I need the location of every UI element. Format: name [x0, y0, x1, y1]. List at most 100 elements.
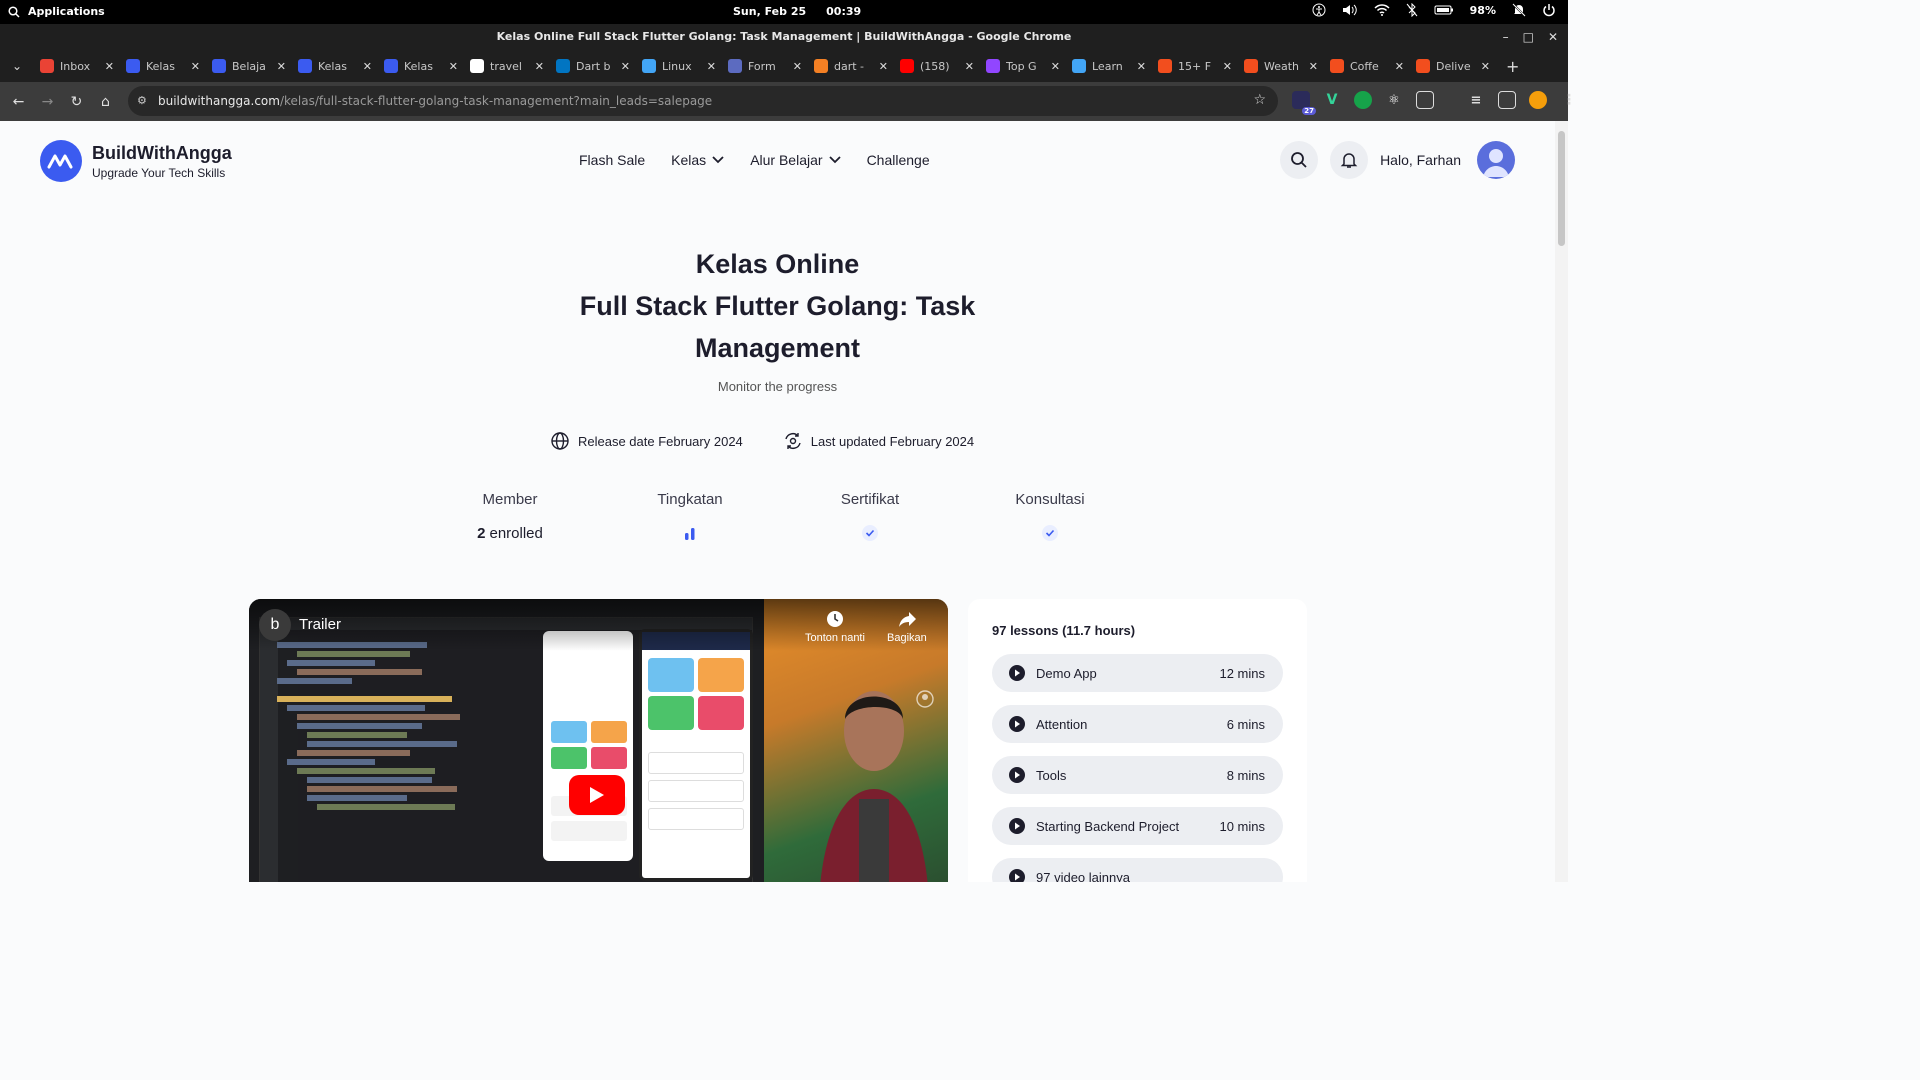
browser-tab[interactable]: Top G ✕ — [980, 51, 1066, 81]
close-tab-icon[interactable]: ✕ — [879, 60, 888, 73]
side-panel-icon[interactable] — [1498, 91, 1516, 109]
tab-label: travel — [490, 59, 522, 73]
close-tab-icon[interactable]: ✕ — [793, 60, 802, 73]
nav-flash-sale[interactable]: Flash Sale — [579, 152, 645, 168]
close-tab-icon[interactable]: ✕ — [1051, 60, 1060, 73]
lesson-duration: 6 mins — [1226, 716, 1265, 732]
update-icon — [785, 433, 801, 449]
browser-tab[interactable]: 15+ F ✕ — [1152, 51, 1238, 81]
watch-later-button[interactable]: Tonton nanti — [805, 609, 865, 644]
browser-tab[interactable]: Kelas ✕ — [292, 51, 378, 81]
close-tab-icon[interactable]: ✕ — [1309, 60, 1318, 73]
notification-button[interactable] — [1330, 141, 1369, 179]
close-tab-icon[interactable]: ✕ — [965, 60, 974, 73]
minimize-icon[interactable]: – — [1503, 24, 1509, 50]
date-text: Sun, Feb 25 — [733, 5, 807, 18]
green-extension-icon[interactable] — [1354, 91, 1372, 109]
site-info-icon[interactable]: ⚙ — [137, 94, 147, 107]
video-title[interactable]: Trailer — [299, 616, 341, 633]
browser-tab[interactable]: Learn ✕ — [1066, 51, 1152, 81]
browser-tab[interactable]: Delive ✕ — [1410, 51, 1496, 81]
nav-kelas[interactable]: Kelas — [671, 152, 724, 168]
browser-tab[interactable]: dart - ✕ — [808, 51, 894, 81]
nav-kelas-label: Kelas — [671, 152, 707, 168]
search-button[interactable] — [1280, 141, 1319, 179]
media-control-icon[interactable]: ≡ — [1467, 91, 1485, 109]
play-button[interactable] — [569, 775, 625, 815]
browser-tab[interactable]: Dart b ✕ — [550, 51, 636, 81]
tab-label: Kelas — [146, 59, 175, 73]
scrollbar-thumb[interactable] — [1558, 131, 1565, 246]
close-tab-icon[interactable]: ✕ — [1395, 60, 1404, 73]
nav-alur-belajar-label: Alur Belajar — [750, 152, 823, 168]
tab-label: Top G — [1006, 59, 1037, 73]
user-bar: Halo, Farhan — [1280, 141, 1515, 179]
share-button[interactable]: Bagikan — [887, 609, 927, 644]
browser-tab[interactable]: travel ✕ — [464, 51, 550, 81]
profile-avatar-icon[interactable] — [1529, 91, 1547, 109]
site-logo[interactable]: BuildWithAngga Upgrade Your Tech Skills — [40, 140, 232, 182]
close-tab-icon[interactable]: ✕ — [1137, 60, 1146, 73]
form-icon — [728, 59, 742, 73]
more-videos-item[interactable]: 97 video lainnya — [992, 858, 1283, 882]
channel-avatar[interactable]: b — [259, 609, 291, 641]
close-tab-icon[interactable]: ✕ — [191, 60, 200, 73]
browser-tab[interactable]: Belaja ✕ — [206, 51, 292, 81]
window-title: Kelas Online Full Stack Flutter Golang: … — [496, 30, 1072, 43]
app-preview-dashboard — [639, 629, 753, 881]
close-tab-icon[interactable]: ✕ — [1223, 60, 1232, 73]
browser-tab[interactable]: Weath ✕ — [1238, 51, 1324, 81]
close-tab-icon[interactable]: ✕ — [105, 60, 114, 73]
clock[interactable]: Sun, Feb 25 00:39 — [733, 5, 861, 18]
close-tab-icon[interactable]: ✕ — [363, 60, 372, 73]
reload-icon[interactable]: ↻ — [62, 94, 91, 110]
browser-tab[interactable]: (158) ✕ — [894, 51, 980, 81]
figma-icon — [1244, 59, 1258, 73]
lesson-item[interactable]: Attention 6 mins — [992, 705, 1283, 743]
tab-search-chevron-icon[interactable]: ⌄ — [0, 59, 34, 73]
close-tab-icon[interactable]: ✕ — [535, 60, 544, 73]
search-icon — [1291, 152, 1307, 168]
home-icon[interactable]: ⌂ — [91, 94, 120, 110]
close-tab-icon[interactable]: ✕ — [277, 60, 286, 73]
lesson-item[interactable]: Tools 8 mins — [992, 756, 1283, 794]
new-tab-icon[interactable]: + — [1496, 57, 1519, 76]
page-scrollbar[interactable] — [1555, 121, 1568, 882]
lesson-item[interactable]: Starting Backend Project 10 mins — [992, 807, 1283, 845]
extensions-puzzle-icon[interactable] — [1416, 91, 1434, 109]
applications-menu[interactable]: Applications — [8, 5, 105, 18]
lesson-item[interactable]: Demo App 12 mins — [992, 654, 1283, 692]
back-icon[interactable]: ← — [4, 94, 33, 110]
extension-badge-icon[interactable]: 27 — [1292, 91, 1316, 115]
user-avatar[interactable] — [1477, 141, 1515, 179]
browser-tab[interactable]: Inbox ✕ — [34, 51, 120, 81]
address-bar[interactable]: ⚙ buildwithangga.com/kelas/full-stack-fl… — [128, 86, 1278, 116]
trailer-video[interactable]: b Trailer Tonton nanti Bagikan — [249, 599, 948, 882]
nav-alur-belajar[interactable]: Alur Belajar — [750, 152, 841, 168]
vue-devtools-icon[interactable]: V — [1323, 91, 1341, 109]
system-tray[interactable]: 98% — [1312, 3, 1556, 17]
browser-tab[interactable]: Kelas ✕ — [378, 51, 464, 81]
close-tab-icon[interactable]: ✕ — [621, 60, 630, 73]
share-label: Bagikan — [887, 632, 927, 644]
browser-tab[interactable]: Coffe ✕ — [1324, 51, 1410, 81]
react-devtools-icon[interactable]: ⚛ — [1385, 91, 1403, 109]
close-tab-icon[interactable]: ✕ — [449, 60, 458, 73]
bookmark-star-icon[interactable]: ☆ — [1253, 92, 1266, 108]
chrome-menu-icon[interactable]: ⋮ — [1560, 91, 1578, 109]
browser-tab[interactable]: Form ✕ — [722, 51, 808, 81]
browser-tab[interactable]: Kelas ✕ — [120, 51, 206, 81]
maximize-icon[interactable]: □ — [1523, 24, 1534, 50]
forward-icon[interactable]: → — [33, 94, 62, 110]
channel-watermark-icon[interactable] — [915, 689, 935, 709]
close-tab-icon[interactable]: ✕ — [1481, 60, 1490, 73]
close-tab-icon[interactable]: ✕ — [707, 60, 716, 73]
close-window-icon[interactable]: ✕ — [1548, 24, 1558, 50]
tab-label: Delive — [1436, 59, 1471, 73]
lesson-name: Demo App — [1036, 665, 1097, 681]
bwa-icon — [212, 59, 226, 73]
browser-tab[interactable]: Linux ✕ — [636, 51, 722, 81]
user-greeting[interactable]: Halo, Farhan — [1380, 152, 1461, 168]
share-icon — [898, 612, 916, 627]
nav-challenge[interactable]: Challenge — [867, 152, 930, 168]
